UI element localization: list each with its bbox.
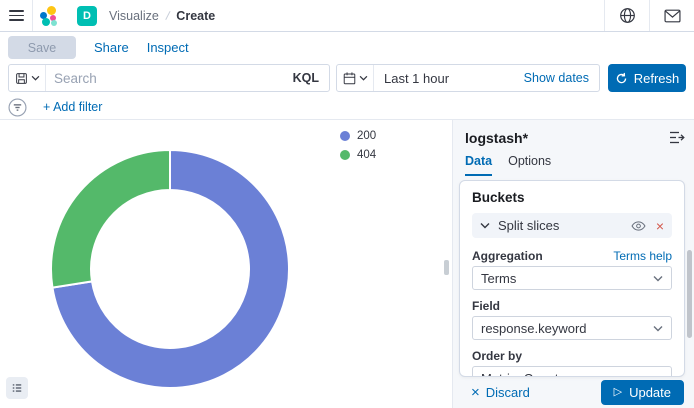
envelope-icon	[664, 9, 681, 23]
filter-bar: + Add filter	[8, 96, 102, 118]
app-header: D Visualize / Create	[0, 0, 694, 32]
query-bar: KQL Last 1 hour Show dates	[0, 64, 694, 92]
play-icon: ▷	[614, 387, 622, 398]
help-menu-button[interactable]	[605, 0, 649, 31]
time-range-value[interactable]: Last 1 hour	[374, 71, 524, 86]
date-quick-menu-button[interactable]	[337, 65, 374, 91]
save-icon	[15, 72, 28, 85]
chevron-down-icon	[653, 325, 663, 332]
collapse-panel-icon	[669, 130, 685, 145]
remove-bucket-icon[interactable]: ×	[656, 219, 664, 233]
pie-slice-404[interactable]	[51, 150, 170, 288]
main-content: 200 404 logstash*	[0, 119, 694, 408]
breadcrumb-create: Create	[176, 9, 215, 23]
saved-query-menu-button[interactable]	[9, 65, 46, 91]
breadcrumb-separator: /	[164, 8, 170, 22]
list-icon	[12, 382, 22, 394]
calendar-icon	[343, 72, 356, 85]
share-button[interactable]: Share	[94, 40, 129, 55]
space-avatar[interactable]: D	[77, 6, 97, 26]
chevron-down-icon	[480, 222, 490, 229]
elastic-logo-cluster	[40, 6, 60, 26]
time-picker: Last 1 hour Show dates	[336, 64, 600, 92]
terms-help-link[interactable]: Terms help	[613, 249, 672, 263]
editor-sidebar: logstash* Data Options Buckets	[452, 120, 694, 408]
order-by-select[interactable]: Metric: Count	[472, 366, 672, 377]
aggregation-value: Terms	[481, 271, 516, 286]
field-select[interactable]: response.keyword	[472, 316, 672, 340]
legend-label-404: 404	[357, 149, 376, 161]
search-bar: KQL	[8, 64, 330, 92]
filter-icon[interactable]	[8, 98, 27, 117]
menu-icon[interactable]	[0, 0, 32, 31]
legend-item-200[interactable]: 200	[340, 130, 376, 142]
update-label: Update	[629, 385, 671, 400]
kibana-visualize-editor: D Visualize / Create Save Share Inspect	[0, 0, 694, 408]
update-button[interactable]: ▷ Update	[601, 380, 684, 405]
refresh-icon	[615, 72, 628, 85]
close-icon: ×	[471, 385, 480, 400]
collapse-panel-button[interactable]	[669, 130, 685, 145]
newsfeed-button[interactable]	[650, 0, 694, 31]
show-dates-button[interactable]: Show dates	[524, 71, 599, 85]
buckets-card: Buckets Split slices × Aggr	[459, 180, 685, 377]
refresh-label: Refresh	[634, 71, 680, 86]
save-button[interactable]: Save	[8, 36, 76, 59]
index-pattern-title: logstash*	[453, 120, 694, 146]
discard-button[interactable]: × Discard	[471, 385, 530, 400]
legend-label-200: 200	[357, 130, 376, 142]
sidebar-tabs: Data Options	[465, 154, 694, 176]
split-slices-accordion[interactable]: Split slices ×	[472, 213, 672, 238]
discard-label: Discard	[486, 385, 530, 400]
chevron-down-icon	[31, 75, 40, 81]
panel-resize-handle[interactable]	[444, 260, 449, 275]
panel-bottom-bar: × Discard ▷ Update	[453, 377, 694, 408]
aggregation-label: Aggregation	[472, 249, 543, 263]
globe-icon	[619, 7, 636, 24]
refresh-button[interactable]: Refresh	[608, 64, 686, 92]
donut-chart[interactable]	[49, 148, 291, 390]
chart-legend: 200 404	[340, 130, 376, 161]
panel-scrollbar[interactable]	[687, 250, 692, 338]
breadcrumb: Visualize / Create	[109, 9, 215, 23]
add-filter-button[interactable]: + Add filter	[43, 100, 102, 114]
search-input[interactable]	[46, 71, 293, 86]
aggregation-select[interactable]: Terms	[472, 266, 672, 290]
tab-options[interactable]: Options	[508, 154, 551, 176]
buckets-title: Buckets	[472, 190, 672, 205]
elastic-logo-icon[interactable]	[33, 6, 67, 26]
split-slices-label: Split slices	[498, 218, 631, 233]
legend-dot-200	[340, 131, 350, 141]
inspect-button[interactable]: Inspect	[147, 40, 189, 55]
order-by-label: Order by	[472, 349, 522, 363]
hamburger-icon	[9, 10, 24, 21]
query-language-button[interactable]: KQL	[293, 71, 329, 85]
legend-dot-404	[340, 150, 350, 160]
chevron-down-icon	[359, 75, 368, 81]
breadcrumb-visualize[interactable]: Visualize	[109, 9, 159, 23]
eye-icon[interactable]	[631, 220, 646, 232]
visualization-area: 200 404	[0, 120, 452, 408]
legend-toggle-button[interactable]	[6, 377, 28, 399]
tab-data[interactable]: Data	[465, 154, 492, 176]
editor-toolbar: Save Share Inspect	[8, 36, 189, 59]
field-label: Field	[472, 299, 500, 313]
field-value: response.keyword	[481, 321, 587, 336]
chevron-down-icon	[653, 275, 663, 282]
legend-item-404[interactable]: 404	[340, 149, 376, 161]
